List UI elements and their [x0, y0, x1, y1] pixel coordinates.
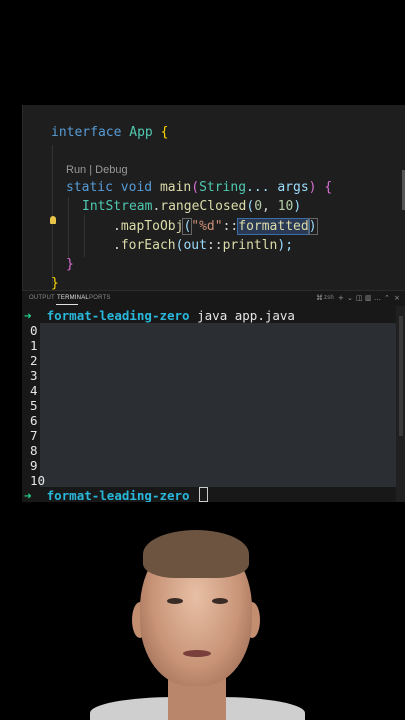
terminal-output-line: 1: [30, 338, 38, 353]
param: ... args: [246, 180, 309, 195]
type-name: String: [199, 180, 247, 195]
code-line-main: static void main(String... args) {: [66, 180, 332, 196]
brace: }: [66, 257, 74, 272]
terminal-output-line: 2: [30, 353, 38, 368]
paren: ): [307, 218, 318, 235]
prompt-directory: format-leading-zero: [46, 488, 190, 503]
keyword: void: [120, 180, 153, 195]
dot: .: [113, 219, 121, 234]
brace: {: [160, 125, 169, 140]
chevron-down-icon[interactable]: ⌄: [347, 294, 353, 302]
method-ref: ::: [206, 238, 223, 253]
maximize-icon[interactable]: ⌃: [384, 294, 390, 302]
terminal-output-line: 4: [30, 383, 38, 398]
terminal-output-line: 3: [30, 368, 38, 383]
lightbulb-icon[interactable]: [50, 216, 56, 224]
presenter-mouth: [183, 650, 211, 657]
method-ref: ::: [222, 219, 239, 234]
split-icon[interactable]: ◫: [356, 294, 363, 302]
terminal-cursor: [199, 487, 209, 502]
presenter-hair: [143, 530, 249, 578]
indent-guide: [68, 197, 69, 259]
terminal-output-line: 10: [30, 473, 46, 488]
indent-guide: [52, 145, 53, 285]
paren: ): [293, 199, 302, 214]
terminal-scrollbar[interactable]: [396, 306, 405, 502]
trash-icon[interactable]: ▥: [365, 294, 372, 302]
prompt-arrow-icon: ➜: [24, 488, 32, 503]
terminal-output-line: 0: [30, 323, 38, 338]
terminal-prompt-line[interactable]: ➜ format-leading-zero: [24, 487, 209, 503]
codelens-run-debug[interactable]: Run | Debug: [66, 164, 128, 176]
plus-icon[interactable]: +: [338, 294, 344, 302]
output-selection-highlight: [40, 323, 396, 487]
prompt-arrow-icon: ➜: [24, 308, 32, 323]
comma: ,: [262, 199, 278, 214]
close-icon[interactable]: ×: [394, 294, 400, 302]
selected-method[interactable]: formatted: [237, 218, 310, 235]
string-literal: "%d": [191, 219, 223, 234]
terminal-output-line: 7: [30, 428, 38, 443]
tab-ports[interactable]: PORTS: [89, 295, 111, 301]
brace: {: [324, 180, 333, 195]
type-name: IntStream: [82, 199, 153, 214]
terminal-command: java app.java: [197, 308, 295, 323]
function-name: main: [159, 180, 192, 195]
function-name: rangeClosed: [160, 199, 247, 214]
presenter-eye: [167, 598, 183, 604]
active-tab-indicator: [56, 304, 78, 305]
keyword: static: [66, 180, 113, 195]
paren: ): [308, 180, 317, 195]
presenter-eye: [212, 598, 228, 604]
number: 0: [254, 199, 263, 214]
tab-output[interactable]: OUTPUT: [29, 295, 55, 301]
function-name: println: [222, 238, 278, 253]
terminal-command-line: ➜ format-leading-zero java app.java: [24, 308, 295, 323]
brace: }: [51, 276, 59, 291]
more-icon[interactable]: …: [374, 294, 381, 302]
terminal-output-line: 5: [30, 398, 38, 413]
dot: .: [113, 238, 121, 253]
keyword: interface: [51, 125, 122, 140]
type-name: App: [129, 125, 153, 140]
code-line-interface: interface App {: [51, 125, 168, 141]
paren: );: [277, 238, 294, 253]
prompt-directory: format-leading-zero: [46, 308, 190, 323]
shell-icon[interactable]: ⌘: [316, 294, 323, 302]
tab-terminal[interactable]: TERMINAL: [57, 295, 89, 301]
code-line-close-method: }: [66, 257, 74, 273]
code-line-foreach: .forEach(out::println);: [113, 238, 293, 254]
function-name: mapToObj: [120, 219, 184, 234]
variable: out: [183, 238, 207, 253]
terminal-output-line: 9: [30, 458, 38, 473]
number: 10: [277, 199, 294, 214]
panel-tab-bar: OUTPUT TERMINAL PORTS ⌘ zsh + ⌄ ◫ ▥ … ⌃ …: [22, 290, 405, 307]
presenter-video: [0, 502, 405, 720]
terminal-output-line: 8: [30, 443, 38, 458]
terminal-output-line: 6: [30, 413, 38, 428]
function-name: forEach: [120, 238, 176, 253]
code-line-intstream: IntStream.rangeClosed(0, 10): [82, 199, 301, 215]
paren: (: [191, 180, 200, 195]
indent-guide: [84, 215, 85, 257]
shell-name[interactable]: zsh: [324, 295, 334, 301]
code-line-maptoobj: .mapToObj("%d"::formatted): [113, 218, 318, 235]
